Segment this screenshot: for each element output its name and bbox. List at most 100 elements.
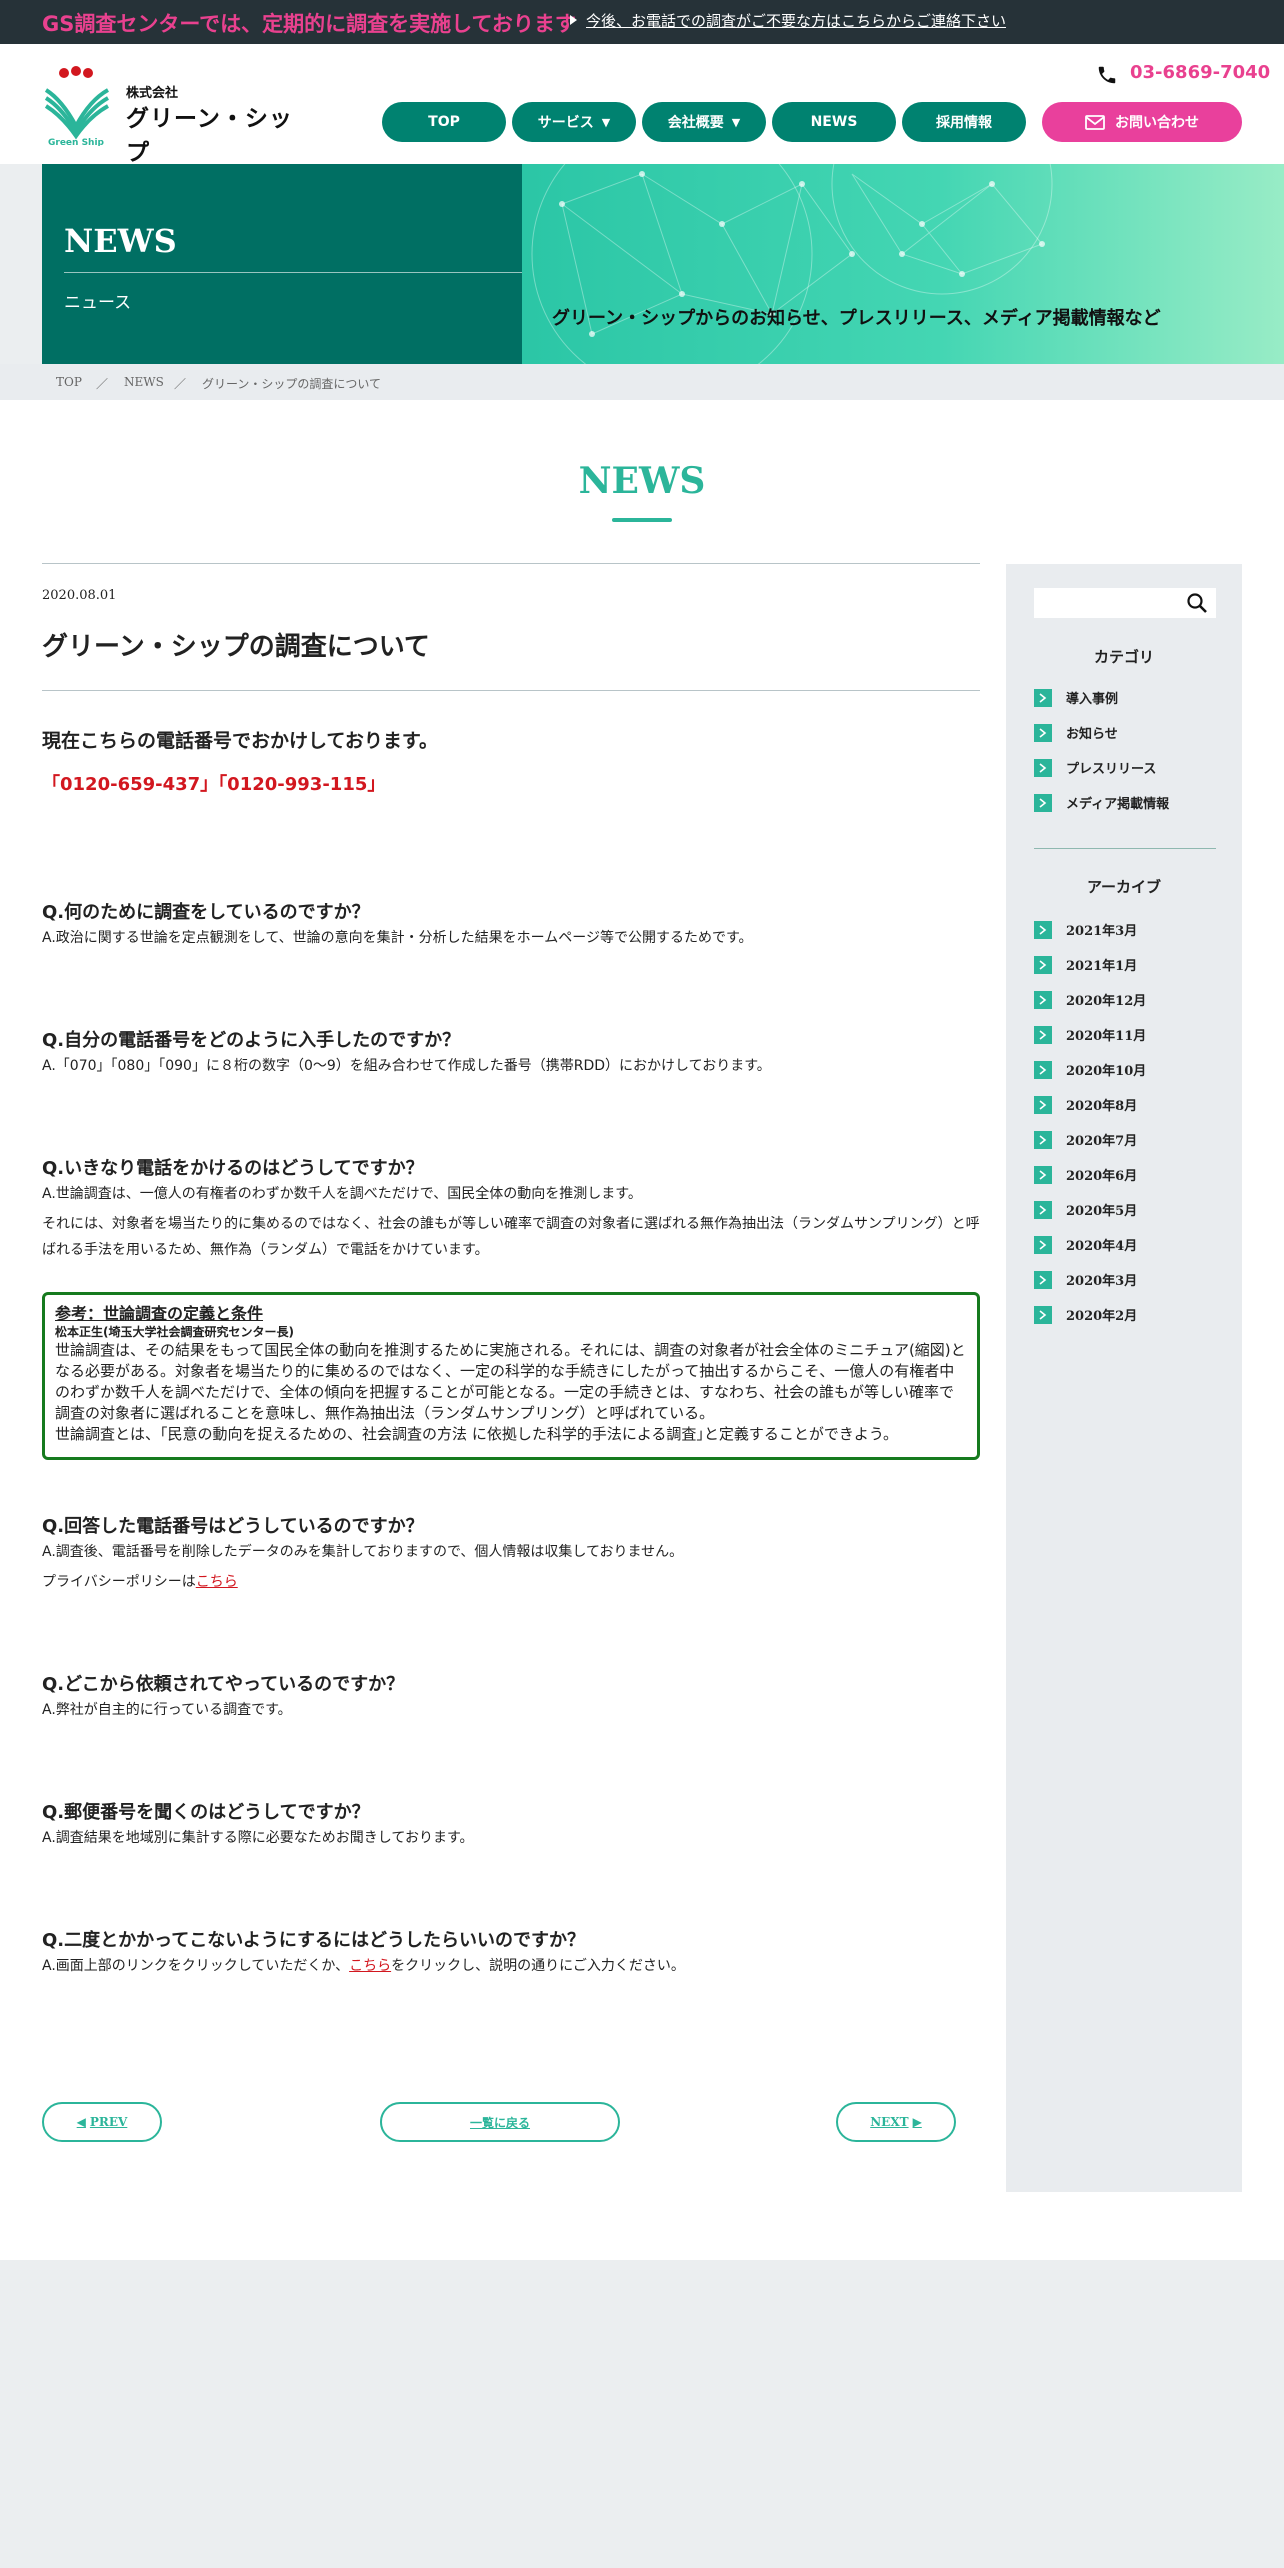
arrow-right-icon: ▶ xyxy=(912,2115,922,2129)
chevron-right-icon xyxy=(1034,793,1052,812)
category-heading: カテゴリ xyxy=(1093,648,1154,666)
faq-question: Q.どこから依頼されてやっているのですか？ xyxy=(42,1674,405,1695)
breadcrumb-news[interactable]: NEWS xyxy=(124,375,164,389)
chevron-right-icon xyxy=(1034,1025,1052,1044)
reference-body: 世論調査は、その結果をもって国民全体の動向を推測するために実施される。それには、… xyxy=(55,1341,966,1422)
phone-number[interactable]: 03-6869-7040 xyxy=(1096,62,1270,83)
search-icon[interactable] xyxy=(1186,592,1208,614)
survey-notice: GS調査センターでは、定期的に調査を実施しております xyxy=(42,12,576,36)
faq-answer: A.弊社が自主的に行っている調査です。 xyxy=(42,1702,292,1718)
chevron-right-icon xyxy=(1034,955,1052,974)
archive-item[interactable]: 2020年12月 xyxy=(1034,990,1146,1009)
archive-item[interactable]: 2021年1月 xyxy=(1034,955,1137,974)
faq-question: Q.何のために調査をしているのですか？ xyxy=(42,902,370,923)
reference-definition: 世論調査とは、｢民意の動向を捉えるための、社会調査の方法 に依拠した科学的手法に… xyxy=(55,1425,898,1443)
privacy-policy-link[interactable]: こちら xyxy=(196,1574,238,1590)
article-top-divider xyxy=(42,563,980,564)
caret-down-icon: ▼ xyxy=(601,115,611,129)
reference-source: 松本正生(埼玉大学社会調査研究センター長) xyxy=(55,1325,294,1339)
faq-answer: A.画面上部のリンクをクリックしていただくか、こちらをクリックし、説明の通りにご… xyxy=(42,1958,685,1974)
back-to-list-button[interactable]: 一覧に戻る xyxy=(380,2102,620,2142)
breadcrumb-current: グリーン・シップの調査について xyxy=(202,377,382,391)
hero-title-panel: NEWS ニュース xyxy=(42,164,522,364)
nav-news[interactable]: NEWS xyxy=(772,102,896,142)
green-ship-logo-icon: Green Ship xyxy=(44,66,110,146)
title-underline xyxy=(612,518,672,522)
svg-text:Green Ship: Green Ship xyxy=(48,138,105,146)
chevron-right-icon xyxy=(1034,1200,1052,1219)
opt-out-here-link[interactable]: こちら xyxy=(349,1958,391,1974)
breadcrumb-separator: ／ xyxy=(174,377,187,391)
article-title-divider xyxy=(42,690,980,691)
nav-top[interactable]: TOP xyxy=(382,102,506,142)
archive-item[interactable]: 2020年11月 xyxy=(1034,1025,1146,1044)
category-item[interactable]: プレスリリース xyxy=(1034,758,1156,777)
category-item[interactable]: メディア掲載情報 xyxy=(1034,793,1169,812)
logo-company-name: グリーン・シップ xyxy=(126,106,293,166)
archive-item[interactable]: 2020年6月 xyxy=(1034,1165,1137,1184)
faq-question: Q.自分の電話番号をどのように入手したのですか？ xyxy=(42,1030,461,1051)
page-title: NEWS xyxy=(578,460,706,502)
archive-item[interactable]: 2020年4月 xyxy=(1034,1235,1137,1254)
mail-icon xyxy=(1085,114,1105,130)
nav-recruit[interactable]: 採用情報 xyxy=(902,102,1026,142)
site-logo[interactable]: Green Ship 株式会社 グリーン・シップ xyxy=(42,66,302,166)
chevron-right-icon xyxy=(1034,1235,1052,1254)
archive-item[interactable]: 2020年3月 xyxy=(1034,1270,1137,1289)
archive-item[interactable]: 2020年8月 xyxy=(1034,1095,1137,1114)
breadcrumb-top[interactable]: TOP xyxy=(56,375,82,389)
article-lead: 現在こちらの電話番号でおかけしております。 xyxy=(42,730,438,752)
hero-banner: グリーン・シップからのお知らせ、プレスリリース、メディア掲載情報など xyxy=(522,164,1284,364)
chevron-right-icon xyxy=(1034,1130,1052,1149)
chevron-right-icon xyxy=(1034,688,1052,707)
chevron-right-icon xyxy=(1034,758,1052,777)
chevron-right-icon xyxy=(1034,723,1052,742)
article-date: 2020.08.01 xyxy=(42,588,117,603)
faq-answer: A.「070」「080」「090」に８桁の数字（0～9）を組み合わせて作成した番… xyxy=(42,1058,771,1074)
archive-heading: アーカイブ xyxy=(1086,878,1162,896)
hero-title-ja: ニュース xyxy=(64,293,132,313)
nav-company[interactable]: 会社概要 ▼ xyxy=(642,102,766,142)
contact-button[interactable]: お問い合わせ xyxy=(1042,102,1242,142)
survey-phone-numbers: 「0120-659-437」「0120-993-115」 xyxy=(42,774,386,795)
chevron-right-icon xyxy=(1034,1060,1052,1079)
faq-question: Q.回答した電話番号はどうしているのですか？ xyxy=(42,1516,424,1537)
archive-item[interactable]: 2020年2月 xyxy=(1034,1305,1137,1324)
faq-answer: A.調査後、電話番号を削除したデータのみを集計しておりますので、個人情報は収集し… xyxy=(42,1544,684,1560)
breadcrumb: TOP ／ NEWS ／ グリーン・シップの調査について xyxy=(0,364,1284,400)
chevron-right-icon xyxy=(1034,1095,1052,1114)
faq-answer: A.調査結果を地域別に集計する際に必要なためお聞きしております。 xyxy=(42,1830,474,1846)
faq-question: Q.郵便番号を聞くのはどうしてですか？ xyxy=(42,1802,370,1823)
archive-item[interactable]: 2020年10月 xyxy=(1034,1060,1146,1079)
search-input[interactable] xyxy=(1034,588,1216,618)
chevron-right-icon xyxy=(1034,990,1052,1009)
top-notice-bar: GS調査センターでは、定期的に調査を実施しております 今後、お電話での調査がご不… xyxy=(0,0,1284,44)
chevron-right-icon xyxy=(1034,1165,1052,1184)
category-item[interactable]: 導入事例 xyxy=(1034,688,1118,707)
network-globe-decoration xyxy=(531,164,1053,364)
sidebar-divider xyxy=(1034,848,1216,849)
faq-question: Q.いきなり電話をかけるのはどうしてですか？ xyxy=(42,1158,424,1179)
category-item[interactable]: お知らせ xyxy=(1034,723,1118,742)
sidebar: カテゴリ 導入事例 お知らせ プレスリリース メディア掲載情報 アーカイブ 20… xyxy=(1006,564,1242,2192)
archive-item[interactable]: 2021年3月 xyxy=(1034,920,1137,939)
faq-question: Q.二度とかかってこないようにするにはどうしたらいいのですか？ xyxy=(42,1930,586,1951)
hero-title-en: NEWS xyxy=(64,222,177,260)
faq-answer: A.政治に関する世論を定点観測をして、世論の意向を集計・分析した結果をホームペー… xyxy=(42,930,753,946)
nav-service[interactable]: サービス ▼ xyxy=(512,102,636,142)
article-title: グリーン・シップの調査について xyxy=(42,632,430,662)
hero-description: グリーン・シップからのお知らせ、プレスリリース、メディア掲載情報など xyxy=(552,308,1161,329)
hero-divider xyxy=(64,272,522,273)
chevron-right-icon xyxy=(1034,920,1052,939)
archive-item[interactable]: 2020年7月 xyxy=(1034,1130,1137,1149)
privacy-line: プライバシーポリシーはこちら xyxy=(42,1574,238,1590)
caret-down-icon: ▼ xyxy=(731,115,741,129)
next-button[interactable]: NEXT ▶ xyxy=(836,2102,956,2142)
opt-out-link[interactable]: 今後、お電話での調査がご不要な方はこちらからご連絡下さい xyxy=(568,10,1006,31)
arrow-left-icon: ◀ xyxy=(76,2115,86,2129)
chevron-right-icon xyxy=(1034,1270,1052,1289)
faq-answer: A.世論調査は、一億人の有権者のわずか数千人を調べただけで、国民全体の動向を推測… xyxy=(42,1186,642,1202)
archive-item[interactable]: 2020年5月 xyxy=(1034,1200,1137,1219)
reference-title: 参考：世論調査の定義と条件 xyxy=(55,1304,264,1323)
prev-button[interactable]: ◀ PREV xyxy=(42,2102,162,2142)
